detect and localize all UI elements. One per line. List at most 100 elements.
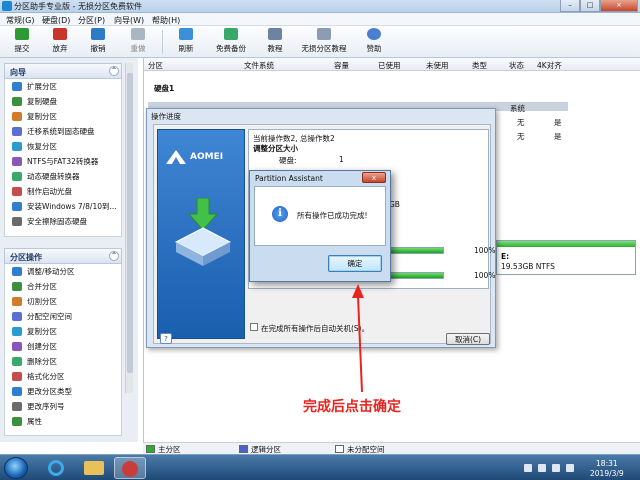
wizard_panel-item-icon: [12, 187, 22, 196]
menu-wizard[interactable]: 向导(W): [114, 15, 144, 26]
wizard_panel-item[interactable]: 迁移系统到固态硬盘: [5, 124, 121, 139]
undo-icon: [91, 28, 105, 40]
progress-percent-1: 100%: [474, 246, 496, 255]
wizard_panel-item-icon: [12, 112, 22, 121]
partition-panel-header[interactable]: 分区操作 ^: [4, 248, 122, 264]
start-button[interactable]: [4, 457, 28, 479]
wizard_panel-item-label: 动态硬盘转换器: [27, 172, 80, 181]
tutorial-button[interactable]: 教程: [262, 28, 288, 54]
partition_panel-item[interactable]: 属性: [5, 414, 121, 429]
col-partition[interactable]: 分区: [148, 60, 163, 71]
wizard_panel-item[interactable]: 安全擦除固态硬盘: [5, 214, 121, 229]
col-free[interactable]: 未使用: [426, 60, 449, 71]
disk-map-partition[interactable]: E: 19.53GB NTFS: [496, 240, 636, 275]
commit-button[interactable]: 提交: [8, 28, 36, 54]
backup-button[interactable]: 免费备份: [210, 28, 252, 54]
partition_panel-item-label: 分配空闲空间: [27, 312, 72, 321]
menu-disk[interactable]: 硬盘(D): [42, 15, 70, 26]
flag-icon[interactable]: [538, 464, 546, 472]
menu-partition[interactable]: 分区(P): [78, 15, 105, 26]
discard-button[interactable]: 放弃: [46, 28, 74, 54]
partition-assistant-taskbar-icon[interactable]: [114, 457, 146, 479]
wizard_panel-item-icon: [12, 202, 22, 211]
shutdown-checkbox[interactable]: [250, 323, 258, 331]
left-scrollbar[interactable]: [125, 63, 133, 393]
wizard_panel-item[interactable]: NTFS与FAT32转换器: [5, 154, 121, 169]
tray-icon[interactable]: [524, 464, 532, 472]
checkmark-icon: [15, 28, 29, 40]
partition_panel-item[interactable]: 分配空闲空间: [5, 309, 121, 324]
scrollbar-thumb[interactable]: [127, 73, 133, 373]
wizard_panel-item-label: 安全擦除固态硬盘: [27, 217, 87, 226]
dialog-close-button[interactable]: x: [362, 172, 386, 183]
donate-button[interactable]: 赞助: [360, 28, 388, 54]
partition_panel-item[interactable]: 复制分区: [5, 324, 121, 339]
wizard_panel-item-icon: [12, 157, 22, 166]
wizard_panel-item-icon: [12, 142, 22, 151]
refresh-icon: [179, 28, 193, 40]
toolbar: 提交 放弃 撤销 重做 刷新 免费备份 教程 无损分区教程 赞助: [0, 26, 640, 58]
col-filesystem[interactable]: 文件系统: [244, 60, 274, 71]
minimize-button[interactable]: –: [560, 0, 580, 12]
wizard_panel-item[interactable]: 恢复分区: [5, 139, 121, 154]
volume-icon[interactable]: [566, 464, 574, 472]
completion-message: 所有操作已成功完成!: [297, 211, 368, 220]
partition_panel-item[interactable]: 更改序列号: [5, 399, 121, 414]
collapse-icon[interactable]: ^: [109, 66, 119, 76]
partition_panel-item[interactable]: 更改分区类型: [5, 384, 121, 399]
partition_panel-item-icon: [12, 372, 22, 381]
col-capacity[interactable]: 容量: [334, 60, 349, 71]
info-icon: i: [272, 206, 288, 222]
disk-field-label: 硬盘:: [279, 156, 297, 165]
partition_panel-item[interactable]: 删除分区: [5, 354, 121, 369]
refresh-button[interactable]: 刷新: [172, 28, 200, 54]
col-4k[interactable]: 4K对齐: [537, 60, 562, 71]
help-button[interactable]: ?: [160, 333, 172, 344]
disk-install-icon: [174, 198, 232, 266]
undo-button[interactable]: 撤销: [84, 28, 112, 54]
partition_panel-item-label: 复制分区: [27, 327, 57, 336]
partition_panel-item[interactable]: 切割分区: [5, 294, 121, 309]
partition_panel-item-label: 创建分区: [27, 342, 57, 351]
close-button[interactable]: ×: [600, 0, 638, 12]
wizard_panel-item[interactable]: 动态硬盘转换器: [5, 169, 121, 184]
wizard_panel-item[interactable]: 制作启动光盘: [5, 184, 121, 199]
redo-button[interactable]: 重做: [124, 28, 152, 54]
col-used[interactable]: 已使用: [378, 60, 401, 71]
wizard_panel-item[interactable]: 安装Windows 7/8/10到...: [5, 199, 121, 214]
col-type[interactable]: 类型: [472, 60, 487, 71]
4k-cell: 是: [554, 118, 562, 127]
menu-help[interactable]: 帮助(H): [152, 15, 180, 26]
cancel-button[interactable]: 取消(C): [446, 333, 490, 345]
wizard_panel-item-label: 迁移系统到固态硬盘: [27, 127, 95, 136]
maximize-button[interactable]: □: [580, 0, 600, 12]
annotation-text: 完成后点击确定: [303, 399, 401, 415]
ok-button[interactable]: 确定: [328, 255, 382, 272]
wizard_panel-item-icon: [12, 127, 22, 136]
ie-icon[interactable]: [40, 457, 72, 479]
wizard_panel-item[interactable]: 复制硬盘: [5, 94, 121, 109]
collapse-icon[interactable]: ^: [109, 251, 119, 261]
wizard_panel-item[interactable]: 扩展分区: [5, 79, 121, 94]
title-bar: 分区助手专业版 - 无损分区免费软件 – □ ×: [0, 0, 640, 13]
explorer-icon[interactable]: [78, 457, 110, 479]
partition_panel-item-label: 合并分区: [27, 282, 57, 291]
partition_panel-item[interactable]: 格式化分区: [5, 369, 121, 384]
partition_panel-item[interactable]: 调整/移动分区: [5, 264, 121, 279]
partition_panel-item[interactable]: 创建分区: [5, 339, 121, 354]
lossless-tutorial-button[interactable]: 无损分区教程: [298, 28, 350, 54]
network-icon[interactable]: [552, 464, 560, 472]
col-status[interactable]: 状态: [509, 60, 524, 71]
wizard-panel-list: 扩展分区复制硬盘 复制分区迁移系统到固态硬盘恢复分区 NTFS与FAT32转换器动态…: [4, 79, 122, 237]
logical-swatch: [239, 445, 248, 453]
unallocated-swatch: [335, 445, 344, 453]
wizard_panel-item-icon: [12, 82, 22, 91]
partition_panel-item-icon: [12, 387, 22, 396]
clock[interactable]: 18:31 2019/3/9: [590, 459, 624, 479]
wizard_panel-item[interactable]: 复制分区: [5, 109, 121, 124]
wizard-panel-header[interactable]: 向导 ^: [4, 63, 122, 79]
wizard_panel-item-label: 扩展分区: [27, 82, 57, 91]
menu-general[interactable]: 常规(G): [6, 15, 34, 26]
partition_panel-item[interactable]: 合并分区: [5, 279, 121, 294]
wizard_panel-item-icon: [12, 97, 22, 106]
